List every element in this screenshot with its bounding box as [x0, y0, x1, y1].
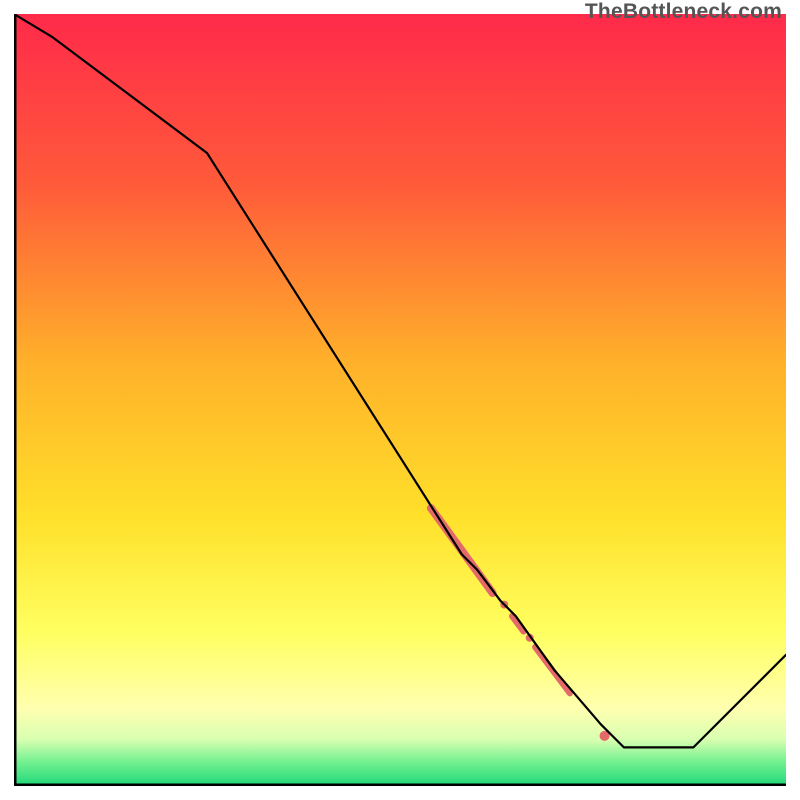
- plot-area: [14, 14, 786, 786]
- data-line: [14, 14, 786, 747]
- highlight-segment: [535, 647, 570, 693]
- chart-overlay: [14, 14, 786, 786]
- chart-container: TheBottleneck.com: [0, 0, 800, 800]
- watermark-text: TheBottleneck.com: [585, 0, 782, 24]
